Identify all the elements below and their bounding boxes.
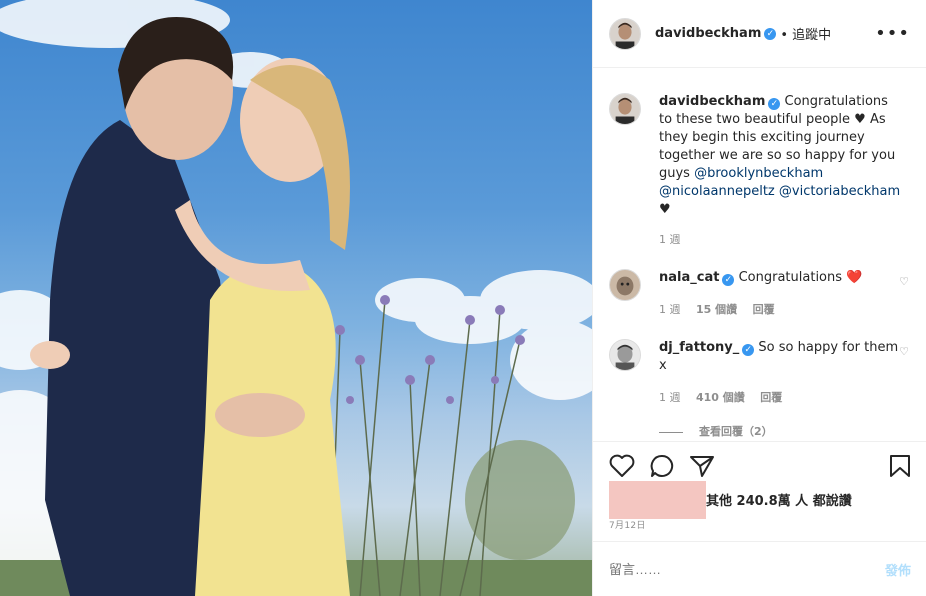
avatar-image <box>610 270 640 300</box>
header-username[interactable]: davidbeckham <box>655 26 761 41</box>
like-comment-icon[interactable]: ♡ <box>899 345 909 358</box>
comment-meta: 1 週 410 個讚 回覆 <box>659 389 794 405</box>
follow-status[interactable]: • 追蹤中 <box>780 24 831 43</box>
comment-likes[interactable]: 410 個讚 <box>696 391 745 404</box>
reply-button[interactable]: 回覆 <box>753 303 775 316</box>
avatar-image <box>610 340 640 370</box>
like-comment-icon[interactable]: ♡ <box>899 275 909 288</box>
caption-trailing: ♥ <box>659 202 671 217</box>
comment-meta: 1 週 15 個讚 回覆 <box>659 301 787 317</box>
comment-body: nala_cat ✓ Congratulations ❤️ <box>659 269 903 287</box>
add-comment-bar: 發佈 <box>593 541 926 596</box>
post-photo[interactable] <box>0 0 592 596</box>
likes-text: 其他 240.8萬 人 都說讚 <box>706 494 852 509</box>
reply-button[interactable]: 回覆 <box>760 391 782 404</box>
avatar[interactable] <box>609 17 641 50</box>
heart-emoji-icon: ❤️ <box>846 270 863 285</box>
mention-link[interactable]: @victoriabeckham <box>779 184 900 199</box>
comment-username[interactable]: dj_fattony_ <box>659 340 739 355</box>
post-side-panel: davidbeckham ✓ • 追蹤中 ••• davidbeckham ✓ C… <box>592 0 926 596</box>
replies-divider <box>659 431 683 433</box>
mention-link[interactable]: @nicolaannepeltz <box>659 184 775 199</box>
view-replies-label: 查看回覆（2） <box>699 425 773 438</box>
comment-likes[interactable]: 15 個讚 <box>696 303 737 316</box>
verified-badge-icon: ✓ <box>768 98 781 110</box>
verified-badge-icon: ✓ <box>722 274 735 286</box>
photo-illustration <box>0 0 592 596</box>
mention-link[interactable]: @brooklynbeckham <box>694 166 823 181</box>
more-dots-icon[interactable]: ••• <box>875 23 910 44</box>
avatar[interactable] <box>609 339 641 371</box>
avatar[interactable] <box>609 93 641 125</box>
post-date[interactable]: 7月12日 <box>609 518 646 531</box>
comment-icon[interactable] <box>649 454 675 478</box>
avatar-image <box>610 94 640 124</box>
comment-input[interactable] <box>609 561 885 577</box>
verified-badge-icon: ✓ <box>742 344 755 356</box>
bookmark-icon[interactable] <box>889 454 911 478</box>
verified-badge-icon: ✓ <box>764 27 777 40</box>
redacted-liker-block <box>609 481 706 519</box>
view-replies-button[interactable]: 查看回覆（2） <box>659 423 773 439</box>
avatar-image <box>610 18 640 49</box>
share-icon[interactable] <box>689 454 715 478</box>
caption-time[interactable]: 1 週 <box>659 233 681 246</box>
comment-time[interactable]: 1 週 <box>659 391 681 404</box>
likes-summary[interactable]: 其他 240.8萬 人 都說讚 <box>609 481 919 519</box>
comment-time[interactable]: 1 週 <box>659 303 681 316</box>
caption-username[interactable]: davidbeckham <box>659 94 765 109</box>
heart-icon[interactable] <box>609 454 635 478</box>
comments-list[interactable]: davidbeckham ✓ Congratulations to these t… <box>593 69 926 441</box>
post-comment-button[interactable]: 發佈 <box>885 560 911 579</box>
comment-text: Congratulations <box>738 270 843 285</box>
caption-body: davidbeckham ✓ Congratulations to these t… <box>659 93 903 219</box>
comment-body: dj_fattony_ ✓ So so happy for them x <box>659 339 903 375</box>
post-header: davidbeckham ✓ • 追蹤中 ••• <box>593 0 926 68</box>
avatar[interactable] <box>609 269 641 301</box>
caption-meta: 1 週 <box>659 231 693 247</box>
comment-username[interactable]: nala_cat <box>659 270 719 285</box>
